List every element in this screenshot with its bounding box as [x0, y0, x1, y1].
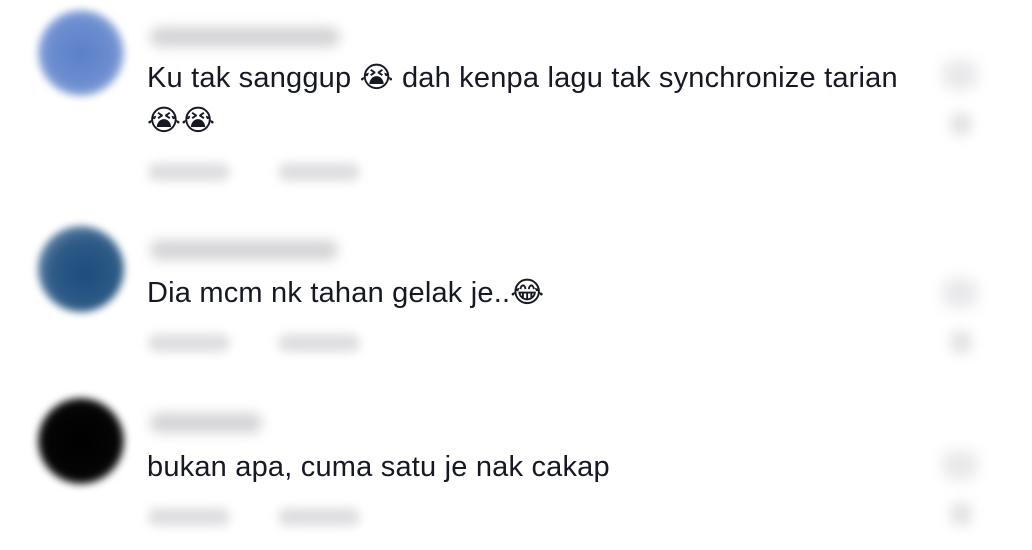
username[interactable]	[150, 413, 262, 433]
like-column	[938, 450, 982, 526]
reply-button[interactable]	[278, 334, 360, 352]
like-count	[950, 112, 972, 136]
reply-button[interactable]	[278, 163, 360, 181]
comment-text: bukan apa, cuma satu je nak cakap	[147, 451, 610, 483]
comment-time	[148, 508, 230, 526]
avatar[interactable]	[38, 10, 124, 96]
username[interactable]	[150, 27, 340, 47]
comment-meta	[148, 334, 360, 352]
comment-text: Dia mcm nk tahan gelak je..😂	[147, 277, 545, 309]
username[interactable]	[150, 240, 338, 260]
comment-meta	[148, 163, 360, 181]
comment-meta	[148, 508, 360, 526]
like-count	[950, 502, 972, 526]
reply-button[interactable]	[278, 508, 360, 526]
comment-text: Ku tak sanggup 😭 dah kenpa lagu tak sync…	[147, 62, 898, 137]
like-column	[938, 278, 982, 354]
heart-icon[interactable]	[942, 450, 978, 480]
like-count	[950, 330, 972, 354]
avatar[interactable]	[38, 398, 124, 484]
comment-time	[148, 334, 230, 352]
like-column	[938, 60, 982, 136]
heart-icon[interactable]	[942, 278, 978, 308]
heart-icon[interactable]	[942, 60, 978, 90]
avatar[interactable]	[38, 226, 124, 312]
comment-time	[148, 163, 230, 181]
